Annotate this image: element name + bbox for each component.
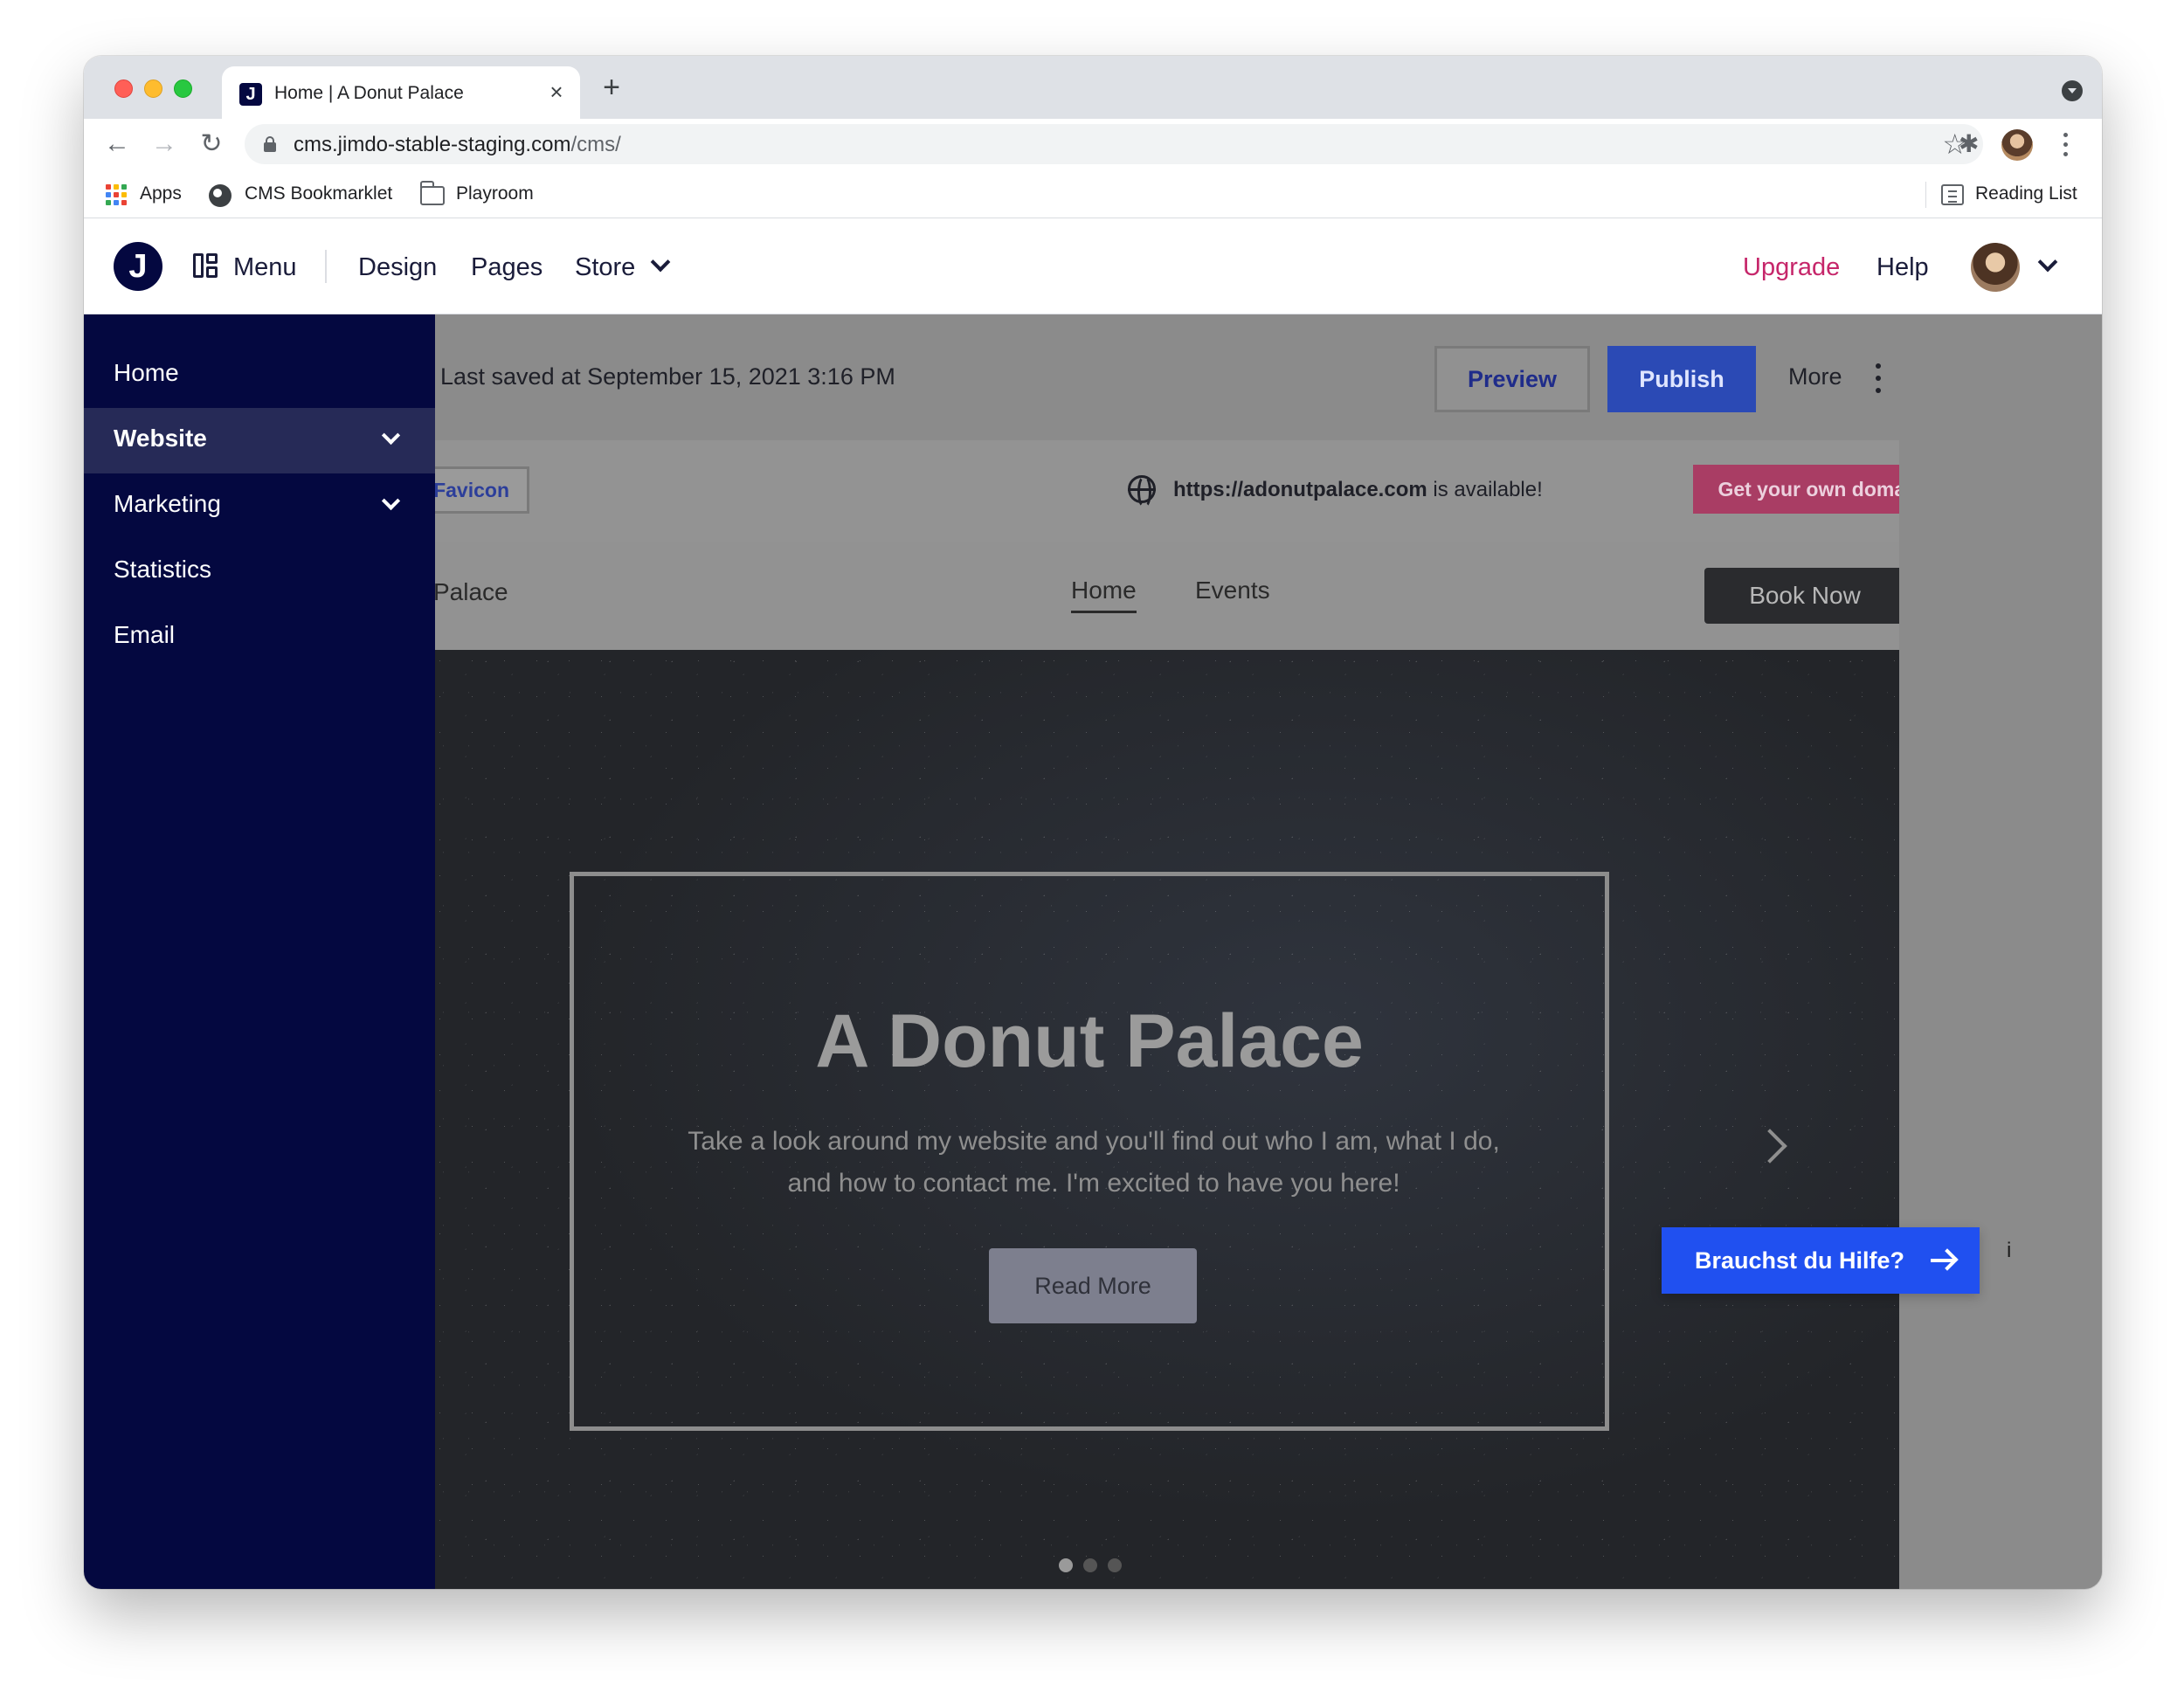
browser-tab[interactable]: J Home | A Donut Palace × <box>222 66 580 119</box>
chevron-right-icon[interactable] <box>1752 1129 1787 1164</box>
apps-grid-icon[interactable] <box>106 184 127 205</box>
chevron-down-icon <box>381 425 401 445</box>
sidebar-item-label: Home <box>114 359 179 386</box>
bookmarks-bar: Apps CMS Bookmarklet Playroom Reading Li… <box>84 169 2102 218</box>
minimize-window-button[interactable] <box>144 79 162 98</box>
sidebar-item-home[interactable]: Home <box>84 342 435 408</box>
sidebar-item-label: Statistics <box>114 556 212 583</box>
jimdo-logo[interactable]: J <box>114 242 162 291</box>
chevron-down-icon <box>381 491 401 511</box>
hero-subtitle: Take a look around my website and you'll… <box>688 1127 1500 1198</box>
slider-dots <box>1059 1558 1122 1572</box>
editor-backdrop <box>1899 314 2102 1589</box>
reading-list-icon <box>1941 184 1964 205</box>
reload-icon[interactable]: ↻ <box>196 128 227 160</box>
editor-area: Last saved at September 15, 2021 3:16 PM… <box>84 314 2102 1589</box>
sidebar-item-email[interactable]: Email <box>84 604 435 670</box>
nav-store[interactable]: Store <box>575 252 635 283</box>
plus-icon[interactable]: + <box>596 72 627 103</box>
sidebar-item-label: Marketing <box>114 490 221 517</box>
puzzle-icon[interactable]: ✱ <box>1959 129 1979 158</box>
get-domain-button[interactable]: Get your own domain <box>1693 465 1899 514</box>
sidebar-item-marketing[interactable]: Marketing <box>84 473 435 539</box>
globe-icon <box>209 184 232 207</box>
bookmarks-divider <box>1925 182 1926 208</box>
sidebar-menu: Home Website Marketing Statistics Email <box>84 314 435 1589</box>
folder-icon <box>420 181 445 205</box>
help-chat-button[interactable]: Brauchst du Hilfe? <box>1662 1227 1980 1294</box>
nav-pages[interactable]: Pages <box>471 252 543 283</box>
site-brand[interactable]: Palace <box>433 578 508 606</box>
sidebar-item-label: Website <box>114 425 207 452</box>
preview-button[interactable]: Preview <box>1434 346 1590 412</box>
url-text: cms.jimdo-stable-staging.com/cms/ <box>294 133 621 156</box>
bookmark-playroom[interactable]: Playroom <box>456 182 534 206</box>
domain-availability: https://adonutpalace.com is available! <box>1173 478 1543 501</box>
hero-slider: A Donut Palace Take a look around my web… <box>433 650 1899 1589</box>
nav-design[interactable]: Design <box>358 252 437 283</box>
tab-title: Home | A Donut Palace <box>274 83 464 103</box>
last-saved-text: Last saved at September 15, 2021 3:16 PM <box>440 363 895 390</box>
forward-arrow-icon[interactable]: → <box>149 128 180 160</box>
help-chat-label: Brauchst du Hilfe? <box>1695 1247 1905 1274</box>
nav-divider <box>325 250 327 283</box>
jimdo-top-nav: J Menu Design Pages Store Upgrade Help <box>84 218 2102 314</box>
favicon-button[interactable]: Favicon <box>433 466 529 514</box>
site-header: Palace Home Events Book Now <box>433 542 1899 650</box>
upgrade-link[interactable]: Upgrade <box>1743 252 1840 283</box>
kebab-icon[interactable] <box>2056 129 2074 161</box>
lock-icon <box>264 136 276 152</box>
info-icon[interactable]: i <box>2007 1239 2011 1263</box>
slider-dot[interactable] <box>1059 1558 1073 1572</box>
jimdo-favicon-icon: J <box>239 83 262 106</box>
browser-toolbar: ← → ↻ cms.jimdo-stable-staging.com/cms/ … <box>84 119 2102 169</box>
globe-icon <box>1128 475 1156 508</box>
site-nav-home[interactable]: Home <box>1071 577 1137 613</box>
publish-button[interactable]: Publish <box>1607 346 1756 412</box>
close-icon[interactable]: × <box>543 79 570 105</box>
sidebar-item-label: Email <box>114 621 176 648</box>
user-avatar[interactable] <box>1971 243 2020 292</box>
slider-dot[interactable] <box>1083 1558 1097 1572</box>
site-nav-events[interactable]: Events <box>1195 577 1270 604</box>
site-topbar: Favicon https://adonutpalace.com is avai… <box>433 440 1899 542</box>
chevron-down-icon[interactable] <box>650 252 671 273</box>
more-button[interactable]: More <box>1788 363 1842 390</box>
tab-strip: J Home | A Donut Palace × + <box>84 56 2102 119</box>
kebab-icon[interactable] <box>1874 363 1883 395</box>
tab-search-icon[interactable] <box>2062 80 2083 101</box>
profile-avatar[interactable] <box>2001 129 2033 161</box>
menu-button[interactable]: Menu <box>233 252 297 283</box>
back-arrow-icon[interactable]: ← <box>101 128 133 160</box>
browser-window: J Home | A Donut Palace × + ← → ↻ cms.ji… <box>84 56 2102 1589</box>
bookmark-apps[interactable]: Apps <box>140 182 182 206</box>
address-bar[interactable]: cms.jimdo-stable-staging.com/cms/ ☆ <box>245 124 1983 164</box>
hero-title: A Donut Palace <box>815 999 1364 1083</box>
website-preview: Favicon https://adonutpalace.com is avai… <box>433 440 1899 1589</box>
chevron-down-icon[interactable] <box>2037 252 2058 273</box>
sidebar-item-website[interactable]: Website <box>84 408 435 473</box>
bookmark-reading-list[interactable]: Reading List <box>1975 182 2077 206</box>
maximize-window-button[interactable] <box>174 79 192 98</box>
menu-layout-icon[interactable] <box>193 253 218 278</box>
sidebar-item-statistics[interactable]: Statistics <box>84 539 435 604</box>
arrow-right-icon <box>1931 1259 1953 1262</box>
hero-content-box: A Donut Palace Take a look around my web… <box>570 872 1609 1431</box>
bookmark-cms-bookmarklet[interactable]: CMS Bookmarklet <box>245 182 392 206</box>
slider-dot[interactable] <box>1108 1558 1122 1572</box>
read-more-button[interactable]: Read More <box>989 1248 1197 1323</box>
close-window-button[interactable] <box>114 79 133 98</box>
help-link[interactable]: Help <box>1876 252 1929 283</box>
book-now-button[interactable]: Book Now <box>1704 568 1899 624</box>
